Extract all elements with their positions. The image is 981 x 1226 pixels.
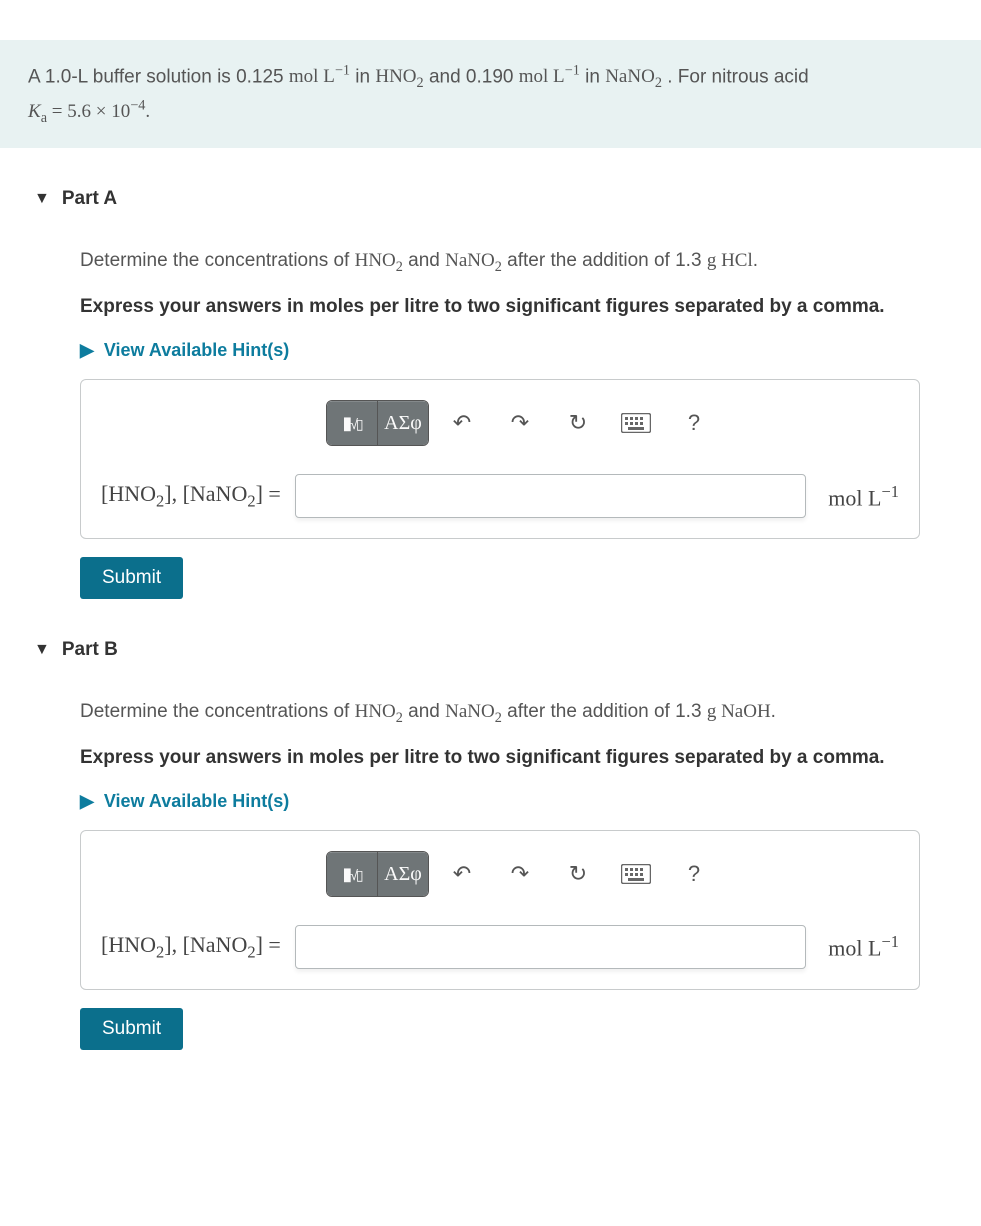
- part-b-header[interactable]: ▼ Part B: [0, 629, 981, 671]
- help-button[interactable]: ?: [669, 852, 719, 896]
- species-nano2: NaNO2: [605, 66, 662, 87]
- hints-label: View Available Hint(s): [104, 340, 289, 361]
- undo-button[interactable]: ↶: [437, 852, 487, 896]
- part-a-answer-panel: ▮√▯ ΑΣφ ↶ ↷ ↻: [80, 379, 920, 539]
- part-b-answer-label: [HNO2], [NaNO2] =: [101, 932, 281, 962]
- part-a-title: Part A: [62, 188, 117, 210]
- part-a-question: Determine the concentrations of HNO2 and…: [80, 250, 981, 276]
- part-a: ▼ Part A Determine the concentrations of…: [0, 148, 981, 599]
- part-a-answer-unit: mol L−1: [828, 482, 899, 511]
- caret-down-icon: ▼: [34, 641, 50, 659]
- part-a-hints-link[interactable]: ▶ View Available Hint(s): [80, 340, 289, 361]
- unit-molar: mol L−1: [519, 66, 580, 87]
- part-b-hints-link[interactable]: ▶ View Available Hint(s): [80, 791, 289, 812]
- template-icon: ▮√▯: [342, 864, 361, 885]
- greek-symbols-button[interactable]: ΑΣφ: [378, 401, 428, 445]
- reset-button[interactable]: ↻: [553, 852, 603, 896]
- ka-expression: Ka = 5.6 × 10−4.: [28, 101, 150, 122]
- redo-button[interactable]: ↷: [495, 852, 545, 896]
- redo-icon: ↷: [511, 410, 529, 436]
- caret-down-icon: ▼: [34, 190, 50, 208]
- template-icon: ▮√▯: [342, 413, 361, 434]
- keyboard-button[interactable]: [611, 401, 661, 445]
- species-hno2: HNO2: [375, 66, 423, 87]
- part-a-submit-button[interactable]: Submit: [80, 557, 183, 599]
- caret-right-icon: ▶: [80, 791, 94, 812]
- redo-icon: ↷: [511, 861, 529, 887]
- template-button[interactable]: ▮√▯: [327, 852, 378, 896]
- problem-intro: A 1.0-L buffer solution is 0.125 mol L−1…: [0, 40, 981, 148]
- intro-text: A 1.0-L buffer solution is 0.125: [28, 66, 289, 87]
- part-b: ▼ Part B Determine the concentrations of…: [0, 599, 981, 1050]
- redo-button[interactable]: ↷: [495, 401, 545, 445]
- reset-icon: ↻: [569, 410, 587, 436]
- greek-symbols-button[interactable]: ΑΣφ: [378, 852, 428, 896]
- part-b-answer-unit: mol L−1: [828, 932, 899, 961]
- equation-toolbar: ▮√▯ ΑΣφ ↶ ↷ ↻: [326, 400, 899, 446]
- part-a-header[interactable]: ▼ Part A: [0, 178, 981, 220]
- part-a-answer-label: [HNO2], [NaNO2] =: [101, 481, 281, 511]
- undo-button[interactable]: ↶: [437, 401, 487, 445]
- part-b-instruction: Express your answers in moles per litre …: [80, 747, 981, 769]
- undo-icon: ↶: [453, 861, 471, 887]
- part-a-instruction: Express your answers in moles per litre …: [80, 296, 981, 318]
- help-button[interactable]: ?: [669, 401, 719, 445]
- reset-button[interactable]: ↻: [553, 401, 603, 445]
- part-b-submit-button[interactable]: Submit: [80, 1008, 183, 1050]
- part-b-question: Determine the concentrations of HNO2 and…: [80, 701, 981, 727]
- part-b-answer-panel: ▮√▯ ΑΣφ ↶ ↷ ↻: [80, 830, 920, 990]
- keyboard-button[interactable]: [611, 852, 661, 896]
- unit-molar: mol L−1: [289, 66, 350, 87]
- caret-right-icon: ▶: [80, 340, 94, 361]
- part-b-title: Part B: [62, 639, 118, 661]
- equation-toolbar: ▮√▯ ΑΣφ ↶ ↷ ↻: [326, 851, 899, 897]
- keyboard-icon: [621, 413, 651, 433]
- undo-icon: ↶: [453, 410, 471, 436]
- keyboard-icon: [621, 864, 651, 884]
- part-a-answer-input[interactable]: [295, 474, 806, 518]
- reset-icon: ↻: [569, 861, 587, 887]
- hints-label: View Available Hint(s): [104, 791, 289, 812]
- template-button[interactable]: ▮√▯: [327, 401, 378, 445]
- part-b-answer-input[interactable]: [295, 925, 806, 969]
